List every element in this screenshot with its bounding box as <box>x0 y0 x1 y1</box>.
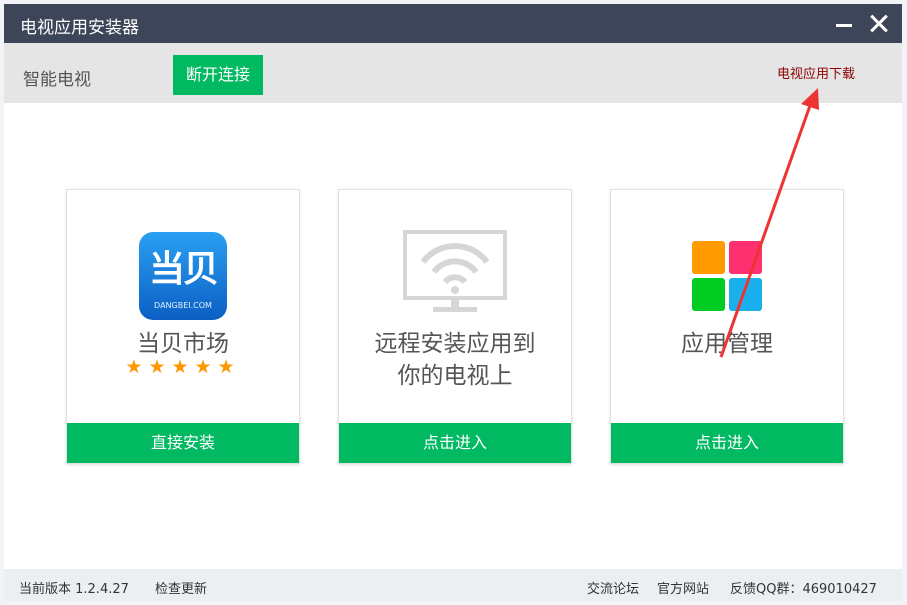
main-content: 当贝 DANGBEI.COM 当贝市场 ★★★★★ 直接安装 远程安装应用到 你… <box>4 103 902 569</box>
disconnect-button[interactable]: 断开连接 <box>173 55 263 95</box>
connection-toolbar: 智能电视 断开连接 电视应用下载 <box>4 43 902 103</box>
title-bar: 电视应用安装器 <box>4 4 902 43</box>
minimize-button[interactable] <box>831 11 857 35</box>
installer-window: 电视应用安装器 智能电视 断开连接 电视应用下载 当贝 DANGBEI.COM … <box>4 4 902 601</box>
install-directly-button[interactable]: 直接安装 <box>67 423 299 463</box>
card-title-line1: 远程安装应用到 <box>374 331 536 357</box>
window-title: 电视应用安装器 <box>20 18 139 38</box>
feedback-qq-group: 反馈QQ群：469010427 <box>730 582 877 597</box>
device-name: 智能电视 <box>23 70 91 90</box>
close-button[interactable] <box>866 11 892 35</box>
card-title-line2: 你的电视上 <box>397 363 513 389</box>
dangbei-logo-icon: 当贝 DANGBEI.COM <box>139 232 227 320</box>
website-link[interactable]: 官方网站 <box>657 578 709 597</box>
card-title: 应用管理 <box>681 331 773 357</box>
forum-link[interactable]: 交流论坛 <box>587 578 639 597</box>
card-app-management: 应用管理 点击进入 <box>610 189 844 464</box>
app-grid-icon <box>692 241 762 311</box>
card-remote-install: 远程安装应用到 你的电视上 点击进入 <box>338 189 572 464</box>
check-update-link[interactable]: 检查更新 <box>155 578 207 597</box>
enter-app-management-button[interactable]: 点击进入 <box>611 423 843 463</box>
card-dangbei-market: 当贝 DANGBEI.COM 当贝市场 ★★★★★ 直接安装 <box>66 189 300 464</box>
version-label: 当前版本 1.2.4.27 <box>19 582 129 597</box>
tv-app-download-link[interactable]: 电视应用下载 <box>777 63 855 82</box>
status-bar: 当前版本 1.2.4.27 检查更新 交流论坛 官方网站 反馈QQ群：46901… <box>4 569 902 601</box>
rating-stars: ★★★★★ <box>125 356 241 378</box>
tv-wifi-icon <box>403 230 507 312</box>
enter-remote-install-button[interactable]: 点击进入 <box>339 423 571 463</box>
